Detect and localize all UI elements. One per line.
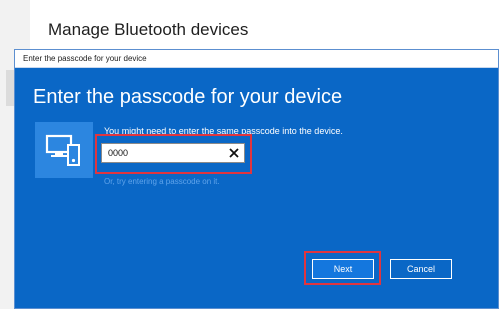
passcode-hint: Or, try entering a passcode on it. bbox=[104, 177, 220, 186]
passcode-input[interactable]: 0000 bbox=[101, 143, 245, 163]
dialog-titlebar: Enter the passcode for your device bbox=[15, 50, 498, 68]
cancel-button[interactable]: Cancel bbox=[390, 259, 452, 279]
passcode-dialog: Enter the passcode for your device Enter… bbox=[14, 49, 499, 309]
next-button[interactable]: Next bbox=[312, 259, 374, 279]
passcode-value: 0000 bbox=[108, 148, 129, 158]
settings-page-title: Manage Bluetooth devices bbox=[48, 20, 249, 39]
close-icon[interactable] bbox=[228, 147, 240, 159]
device-tile bbox=[35, 122, 93, 178]
dialog-window-title: Enter the passcode for your device bbox=[23, 54, 147, 63]
devices-icon bbox=[45, 134, 80, 166]
dialog-heading: Enter the passcode for your device bbox=[33, 86, 343, 108]
